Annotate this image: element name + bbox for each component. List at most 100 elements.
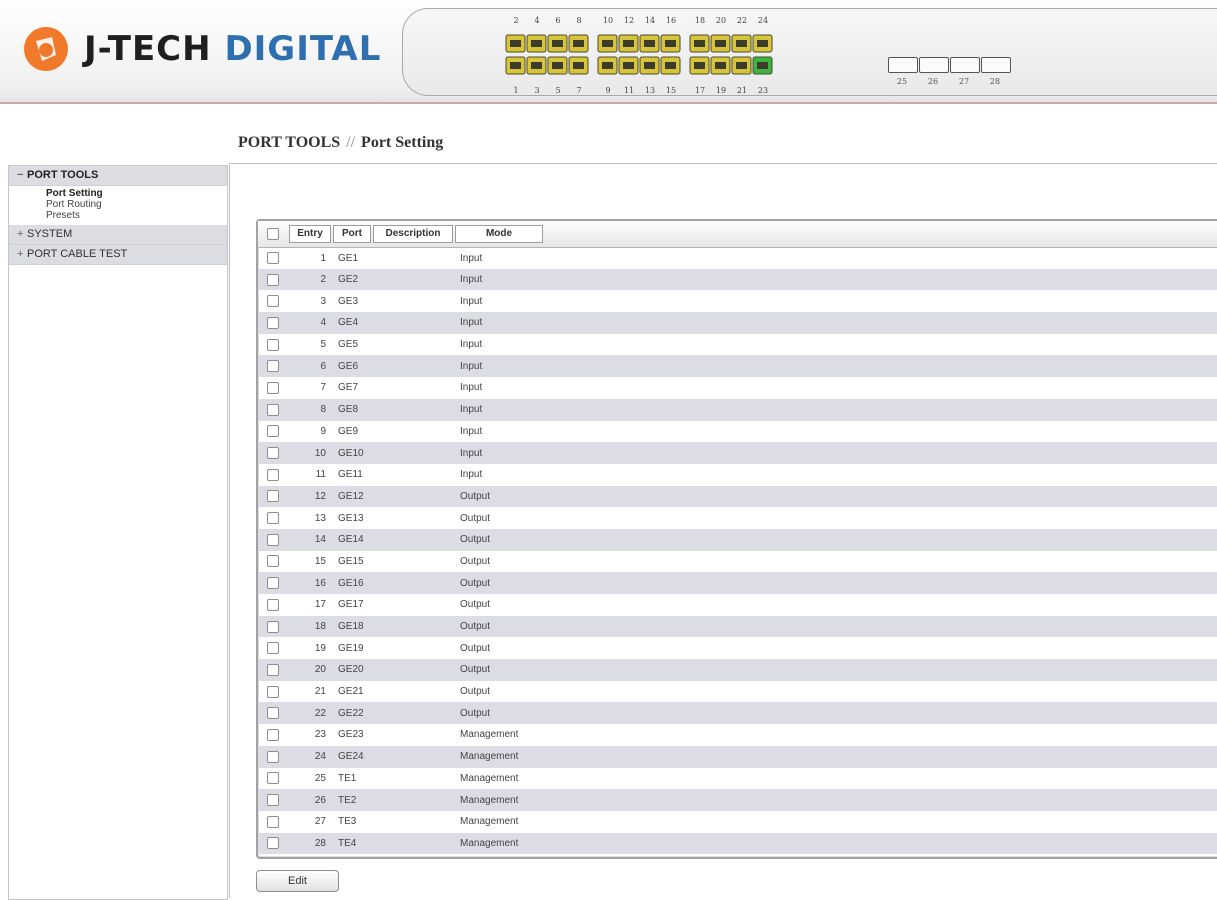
row-checkbox[interactable]	[267, 273, 279, 286]
row-select-cell	[258, 681, 288, 703]
filler-cell	[544, 312, 1217, 334]
port-cell: TE2	[338, 794, 357, 806]
sidebar-item-presets[interactable]: Presets	[9, 210, 227, 221]
port-cell: GE18	[338, 621, 364, 633]
switch-port-panel: 2 1 4 3 6 5 8 7 10 9 12 11 14 13 16 15 18 17 20 19 22 21 24 23 …	[402, 8, 1217, 96]
table-row[interactable]: 25 TE1 Management	[258, 768, 1217, 790]
edit-button[interactable]: Edit	[256, 870, 339, 892]
row-checkbox[interactable]	[267, 598, 279, 611]
row-checkbox[interactable]	[267, 425, 279, 438]
port-table-body: 1 GE1 Input 2 GE2 Input 3 GE3 Input 4 GE4 Input 5 GE5…	[258, 247, 1217, 855]
row-checkbox[interactable]	[267, 512, 279, 525]
table-row[interactable]: 17 GE17 Output	[258, 594, 1217, 616]
table-row[interactable]: 1 GE1 Input	[258, 247, 1217, 269]
row-checkbox[interactable]	[267, 360, 279, 373]
sidebar-group-port-tools[interactable]: − PORT TOOLS	[9, 166, 227, 186]
row-select-cell	[258, 659, 288, 681]
row-checkbox[interactable]	[267, 252, 279, 265]
row-checkbox[interactable]	[267, 837, 279, 850]
ethernet-port-icon	[547, 56, 568, 75]
table-row[interactable]: 6 GE6 Input	[258, 355, 1217, 378]
entry-cell: 15	[314, 555, 326, 567]
mode-cell: Input	[460, 469, 483, 481]
port-label-top: 24	[758, 16, 768, 25]
entry-cell: 18	[314, 621, 326, 633]
filler-cell	[544, 833, 1217, 855]
table-row[interactable]: 14 GE14 Output	[258, 528, 1217, 551]
ethernet-port-icon	[660, 56, 681, 75]
table-row[interactable]: 8 GE8 Input	[258, 398, 1217, 421]
table-row[interactable]: 18 GE18 Output	[258, 615, 1217, 638]
sidebar-group-system[interactable]: + SYSTEM	[9, 225, 227, 245]
filler-cell	[544, 551, 1217, 573]
mode-cell: Output	[460, 642, 491, 654]
table-row[interactable]: 16 GE16 Output	[258, 572, 1217, 594]
table-row[interactable]: 12 GE12 Output	[258, 485, 1217, 508]
table-row[interactable]: 15 GE15 Output	[258, 551, 1217, 573]
row-checkbox[interactable]	[267, 707, 279, 720]
row-checkbox[interactable]	[267, 815, 279, 828]
table-row[interactable]: 5 GE5 Input	[258, 334, 1217, 356]
row-checkbox[interactable]	[267, 447, 279, 460]
table-row[interactable]: 2 GE2 Input	[258, 268, 1217, 291]
table-row[interactable]: 23 GE23 Management	[258, 724, 1217, 746]
row-checkbox[interactable]	[267, 794, 279, 807]
row-checkbox[interactable]	[267, 620, 279, 633]
port-label-bottom: 7	[576, 86, 581, 95]
row-checkbox[interactable]	[267, 381, 279, 394]
row-checkbox[interactable]	[267, 533, 279, 546]
row-checkbox[interactable]	[267, 468, 279, 481]
breadcrumb-separator: //	[346, 134, 356, 151]
table-row[interactable]: 10 GE10 Input	[258, 442, 1217, 464]
select-all-checkbox[interactable]	[267, 227, 279, 240]
table-row[interactable]: 24 GE24 Management	[258, 745, 1217, 768]
table-row[interactable]: 4 GE4 Input	[258, 312, 1217, 334]
row-checkbox[interactable]	[267, 663, 279, 676]
table-row[interactable]: 28 TE4 Management	[258, 832, 1217, 855]
row-checkbox[interactable]	[267, 338, 279, 351]
port-cell: GE11	[338, 469, 363, 481]
row-select-cell	[258, 442, 288, 464]
mode-cell: Input	[460, 295, 483, 307]
row-checkbox[interactable]	[267, 316, 279, 329]
table-row[interactable]: 9 GE9 Input	[258, 421, 1217, 443]
row-checkbox[interactable]	[267, 772, 279, 785]
row-checkbox[interactable]	[267, 490, 279, 503]
sidebar-item-port-setting[interactable]: Port Setting	[9, 188, 227, 199]
table-row[interactable]: 3 GE3 Input	[258, 290, 1217, 312]
table-row[interactable]: 19 GE19 Output	[258, 637, 1217, 659]
row-checkbox[interactable]	[267, 685, 279, 698]
port-label-top: 20	[716, 16, 726, 25]
description-cell	[372, 789, 454, 811]
table-row[interactable]: 13 GE13 Output	[258, 507, 1217, 529]
port-cell: GE2	[338, 274, 359, 286]
row-select-cell	[258, 269, 288, 291]
table-row[interactable]: 7 GE7 Input	[258, 377, 1217, 399]
row-checkbox[interactable]	[267, 642, 279, 655]
table-row[interactable]: 22 GE22 Output	[258, 702, 1217, 725]
row-checkbox[interactable]	[267, 750, 279, 763]
entry-cell: 26	[314, 794, 326, 806]
row-checkbox[interactable]	[267, 403, 279, 416]
description-cell	[372, 507, 454, 529]
table-row[interactable]: 26 TE2 Management	[258, 789, 1217, 811]
mode-cell: Output	[460, 707, 491, 719]
table-row[interactable]: 11 GE11 Input	[258, 464, 1217, 486]
ethernet-port-icon	[618, 56, 639, 75]
mode-cell: Output	[460, 621, 491, 633]
table-row[interactable]: 27 TE3 Management	[258, 811, 1217, 833]
filler-cell	[544, 768, 1217, 790]
col-header-description: Description	[372, 221, 454, 248]
ethernet-port-icon	[526, 56, 547, 75]
sidebar-item-port-routing[interactable]: Port Routing	[9, 199, 227, 210]
row-checkbox[interactable]	[267, 577, 279, 590]
filler-cell	[544, 724, 1217, 746]
table-row[interactable]: 21 GE21 Output	[258, 681, 1217, 703]
table-row[interactable]: 20 GE20 Output	[258, 659, 1217, 681]
mode-cell: Input	[460, 404, 483, 416]
row-select-cell	[258, 399, 288, 421]
row-checkbox[interactable]	[267, 728, 279, 741]
row-checkbox[interactable]	[267, 555, 279, 568]
row-checkbox[interactable]	[267, 295, 279, 308]
sidebar-group-port-cable-test[interactable]: + PORT CABLE TEST	[9, 245, 227, 265]
